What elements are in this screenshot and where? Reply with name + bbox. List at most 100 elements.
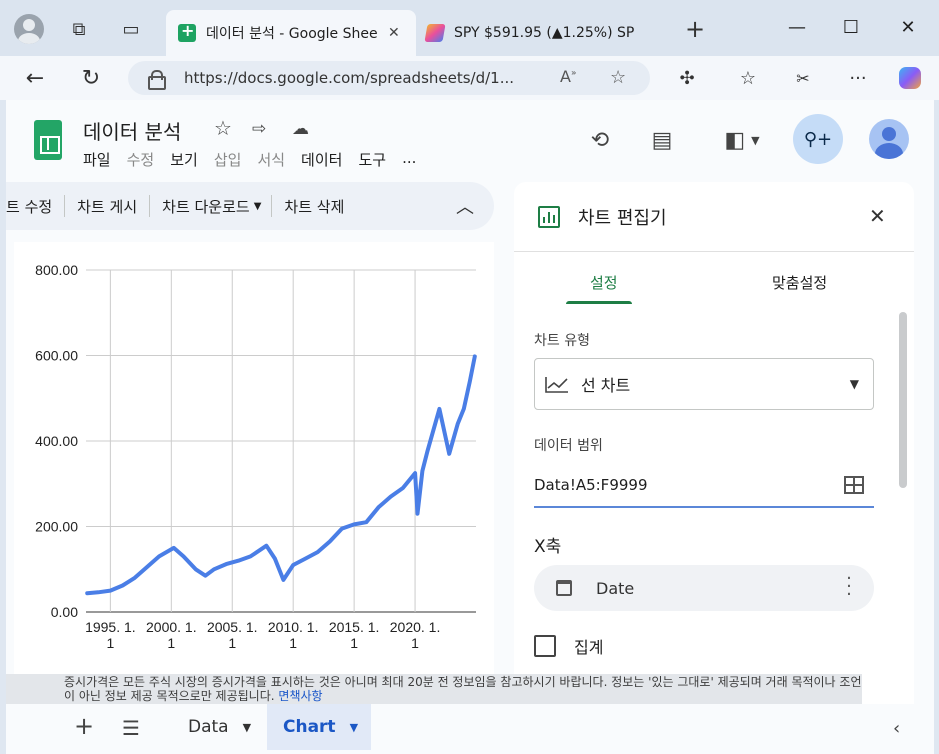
extensions-icon[interactable]: ✣ [672,64,702,92]
disclaimer-link[interactable]: 면책사항 [278,689,322,703]
share-button[interactable]: ⚲+ [793,114,843,164]
version-history-icon[interactable]: ⟲ [580,120,620,160]
back-icon[interactable]: ← [20,64,50,92]
sheet-tab-label: Chart [283,717,336,737]
tab-setup[interactable]: 설정 [566,272,632,304]
chart-toolbar: 트 수정 차트 게시 차트 다운로드 ▼ 차트 삭제 ︿ [6,182,494,230]
more-menu-icon[interactable]: ··· [843,64,873,92]
sheet-tab-data[interactable]: Data ▼ [172,704,267,750]
browser-tab-sheets[interactable]: 데이터 분석 - Google Sheets ✕ [166,10,416,56]
add-person-icon: ⚲+ [803,128,833,150]
read-aloud-icon[interactable]: A» [560,67,576,86]
x-tick-label: 1 [350,635,358,651]
menu-view[interactable]: 보기 [170,149,198,170]
workspaces-icon[interactable]: ⧉ [66,16,92,42]
favorite-star-icon[interactable]: ☆ [610,67,626,88]
move-folder-icon[interactable]: ⇨ [252,119,266,139]
screenshot-icon[interactable]: ✂ [788,64,818,92]
cloud-saved-icon[interactable]: ☁ [292,119,309,139]
maximize-icon[interactable]: ☐ [836,14,866,40]
finance-favicon-icon [424,24,446,42]
y-tick-label: 400.00 [35,433,78,449]
sheets-logo-icon[interactable] [34,120,62,160]
profile-avatar-icon[interactable] [14,14,44,44]
refresh-icon[interactable]: ↻ [76,64,106,92]
aggregate-label: 집계 [574,638,604,657]
menu-file[interactable]: 파일 [83,149,111,170]
menu-edit[interactable]: 수정 [127,149,155,170]
chart-type-label: 차트 유형 [534,333,590,349]
x-axis-value: Date [596,578,635,598]
close-window-icon[interactable]: ✕ [893,14,923,40]
x-tick-label: 1995. 1. [85,619,136,635]
comments-icon[interactable]: ▤ [642,120,682,160]
scroll-left-icon[interactable]: ‹ [893,718,900,739]
add-sheet-icon[interactable]: + [74,712,94,740]
minimize-icon[interactable]: — [782,14,812,40]
x-tick-label: 2015. 1. [329,619,380,635]
x-axis-chip[interactable]: Date · · · [534,565,874,611]
y-tick-label: 0.00 [51,604,78,620]
favorites-icon[interactable]: ☆ [733,64,763,92]
delete-chart-button[interactable]: 차트 삭제 [272,196,356,217]
account-avatar[interactable] [869,119,909,159]
close-tab-icon[interactable]: ✕ [388,25,400,41]
x-tick-label: 2020. 1. [390,619,441,635]
y-tick-label: 800.00 [35,262,78,278]
browser-tab-spy[interactable]: SPY $591.95 (▲1.25%) SPDR [414,10,664,56]
editor-title: 차트 편집기 [578,208,667,229]
all-sheets-icon[interactable]: ☰ [122,716,140,740]
menu-more[interactable]: ... [402,149,416,170]
sheet-tab-chart[interactable]: Chart ▼ [267,704,371,750]
new-tab-icon[interactable]: + [682,15,708,43]
collapse-toolbar-icon[interactable]: ︿ [456,193,474,219]
menu-tools[interactable]: 도구 [358,149,386,170]
sheet-dropdown-icon[interactable]: ▼ [243,721,251,734]
download-dropdown-icon[interactable]: ▼ [254,201,262,212]
x-tick-label: 1 [228,635,236,651]
data-range-label: 데이터 범위 [534,438,603,454]
tab-title: SPY $591.95 (▲1.25%) SPDR [454,25,634,41]
chart-editor-panel: 차트 편집기 ✕ 설정 맞춤설정 차트 유형 선 차트 ▼ 데이터 범위 Dat… [514,182,914,754]
chart-type-select[interactable]: 선 차트 ▼ [534,358,874,410]
edit-chart-button[interactable]: 트 수정 [6,196,64,217]
dropdown-caret-icon: ▼ [849,377,859,391]
x-tick-label: 1 [411,635,419,651]
tab-actions-icon[interactable]: ▭ [118,16,144,42]
menu-insert[interactable]: 삽입 [214,149,242,170]
x-tick-label: 2005. 1. [207,619,258,635]
data-range-input[interactable]: Data!A5:F9999 [534,468,874,508]
copilot-icon[interactable] [895,64,925,92]
tab-title: 데이터 분석 - Google Sheets [206,26,378,42]
document-title[interactable]: 데이터 분석 [83,116,181,145]
url-text: https://docs.google.com/spreadsheets/d/1… [184,69,515,87]
select-range-grid-icon[interactable] [844,476,864,494]
aggregate-checkbox[interactable] [534,635,556,657]
divider [514,251,914,252]
more-options-icon[interactable]: · · · [846,570,852,604]
aggregate-option[interactable]: 집계 [534,634,603,658]
x-tick-label: 1 [289,635,297,651]
sheet-tab-label: Data [188,717,229,737]
meet-icon[interactable]: ◧ ▼ [712,120,772,160]
disclaimer-text: 증시가격은 모든 주식 시장의 증시가격을 표시하는 것은 아니며 최대 20분… [64,675,862,703]
chart-canvas[interactable]: 800.00 600.00 400.00 200.00 0.00 1995. 1. 1 200… [14,242,494,674]
menu-format[interactable]: 서식 [257,149,285,170]
publish-chart-button[interactable]: 차트 게시 [65,196,149,217]
chart-type-value: 선 차트 [581,376,631,395]
tab-customize[interactable]: 맞춤설정 [772,272,827,293]
sheet-tab-bar: + ☰ Data ▼ Chart ▼ ‹ [6,704,934,754]
data-range-value: Data!A5:F9999 [534,476,648,494]
sheet-dropdown-icon[interactable]: ▼ [350,721,358,734]
line-chart-icon [545,377,568,393]
y-tick-label: 600.00 [35,348,78,364]
market-data-disclaimer: 증시가격은 모든 주식 시장의 증시가격을 표시하는 것은 아니며 최대 20분… [6,674,862,704]
star-icon[interactable]: ☆ [214,116,232,140]
x-tick-label: 1 [106,635,114,651]
editor-scrollbar[interactable] [899,312,907,488]
close-editor-icon[interactable]: ✕ [869,204,886,228]
address-bar[interactable]: https://docs.google.com/spreadsheets/d/1… [128,61,650,95]
download-chart-button[interactable]: 차트 다운로드 [150,196,254,217]
menu-data[interactable]: 데이터 [301,149,342,170]
x-tick-label: 2010. 1. [268,619,319,635]
